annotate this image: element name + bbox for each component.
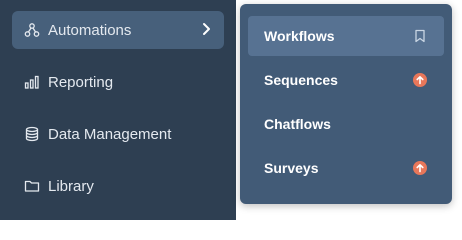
sidebar-item-reporting[interactable]: Reporting <box>12 63 224 101</box>
menu-item-chatflows[interactable]: Chatflows <box>248 104 444 144</box>
sidebar-item-label: Automations <box>48 21 132 39</box>
chevron-right-icon <box>198 21 214 37</box>
sidebar-item-data-management[interactable]: Data Management <box>12 115 224 153</box>
sidebar-item-automations[interactable]: Automations <box>12 11 224 49</box>
upgrade-arrow-icon <box>412 72 428 88</box>
menu-item-label: Surveys <box>264 160 319 176</box>
menu-item-workflows[interactable]: Workflows <box>248 16 444 56</box>
automations-icon <box>24 22 40 38</box>
bookmark-icon[interactable] <box>412 28 428 44</box>
sidebar-item-label: Library <box>48 177 94 195</box>
menu-item-label: Workflows <box>264 28 335 44</box>
folder-icon <box>24 178 40 194</box>
automations-flyout-menu: Workflows Sequences Chatflows Surveys <box>240 4 452 204</box>
menu-item-label: Sequences <box>264 72 338 88</box>
sidebar: Automations Reporting Data Management Li… <box>0 0 236 220</box>
menu-item-label: Chatflows <box>264 116 331 132</box>
sidebar-item-label: Reporting <box>48 73 114 91</box>
menu-item-sequences[interactable]: Sequences <box>248 60 444 100</box>
upgrade-arrow-icon <box>412 160 428 176</box>
database-icon <box>24 126 40 142</box>
sidebar-item-library[interactable]: Library <box>12 167 224 205</box>
sidebar-item-label: Data Management <box>48 125 172 143</box>
bar-chart-icon <box>24 74 40 90</box>
menu-item-surveys[interactable]: Surveys <box>248 148 444 188</box>
